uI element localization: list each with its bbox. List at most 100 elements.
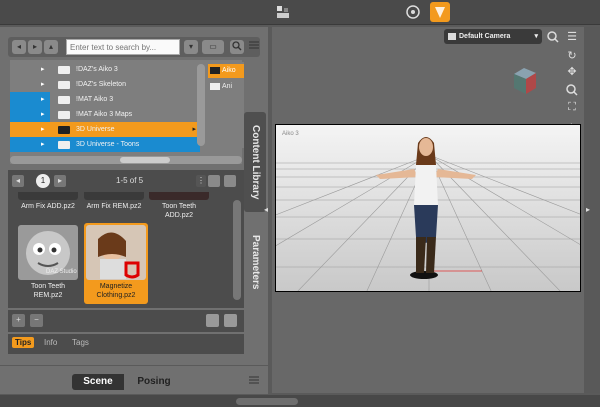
tree-item[interactable]: ▸ !MAT Aiko 3 (10, 92, 200, 107)
panel-menu-icon[interactable] (248, 375, 260, 385)
settings-icon[interactable] (224, 314, 237, 327)
search-toolbar: ◂ ▸ ▴ ▾ ▭ (8, 37, 260, 57)
tab-posing[interactable]: Posing (124, 374, 184, 390)
tree-item-label: !MAT Aiko 3 (76, 96, 114, 103)
content-item[interactable]: DAZ Studio Toon Teeth REM.pz2 (18, 225, 78, 302)
tree-item[interactable]: ▸ !DAZ's Skeleton (10, 77, 200, 92)
camera-icon (448, 33, 456, 40)
back-button[interactable]: ◂ (12, 40, 26, 54)
thumbnail-image: DAZ Studio (18, 225, 78, 280)
folder-icon (58, 126, 70, 134)
thumbnail-image (149, 192, 209, 200)
viewport-menu-icon[interactable]: ☰ (566, 31, 578, 43)
orbit-icon[interactable]: ↻ (566, 50, 578, 62)
status-bar (0, 395, 600, 407)
timeline-handle[interactable] (236, 398, 298, 405)
prev-page-button[interactable]: ◂ (12, 175, 24, 187)
collapse-arrow-icon[interactable]: ◂ (264, 205, 268, 214)
expand-arrow-icon[interactable]: ▸ (41, 92, 45, 107)
top-toolbar (0, 0, 600, 25)
folder-icon (58, 96, 70, 104)
scene-tool-icon[interactable] (276, 5, 290, 19)
tree-item-label: !MAT Aiko 3 Maps (76, 111, 133, 118)
active-tool-icon[interactable] (430, 2, 450, 22)
tab-scene[interactable]: Scene (72, 374, 124, 390)
remove-button[interactable]: − (30, 314, 43, 327)
content-item[interactable]: Toon Teeth ADD.pz2 (149, 192, 209, 222)
content-item-selected[interactable]: Magnetize Clothing.pz2 (84, 223, 148, 304)
info-tabs: Tips Info Tags (8, 334, 244, 354)
scene-tab-bar: Scene Posing (0, 366, 268, 394)
page-view-icon[interactable] (206, 314, 219, 327)
search-button[interactable] (230, 40, 244, 54)
folder-icon (58, 111, 70, 119)
thumbnail-image (18, 192, 78, 200)
forward-button[interactable]: ▸ (28, 40, 42, 54)
tree-item[interactable]: Ani (208, 80, 244, 94)
thumbnail-image (86, 225, 146, 280)
next-page-button[interactable]: ▸ (54, 175, 66, 187)
rotate-tool-icon[interactable] (405, 4, 421, 20)
tree-item-highlighted[interactable]: ▸ 3D Universe - Toons (10, 137, 200, 152)
camera-select-label: Default Camera (459, 33, 511, 40)
content-item-label: Magnetize Clothing.pz2 (96, 283, 136, 299)
tab-tips[interactable]: Tips (12, 337, 35, 348)
content-item-label: Arm Fix ADD.pz2 (21, 203, 75, 210)
tab-tags[interactable]: Tags (72, 338, 89, 347)
chevron-down-icon: ▾ (534, 33, 538, 40)
view-toggle-icon[interactable]: ⋮ (196, 175, 206, 187)
folder-icon (58, 141, 70, 149)
tree-item[interactable]: ▸ !MAT Aiko 3 Maps (10, 107, 200, 122)
search-options-button[interactable]: ▾ (184, 40, 198, 54)
list-view-button[interactable] (224, 175, 236, 187)
navigation-cube[interactable] (510, 66, 538, 96)
page-number[interactable]: 1 (36, 174, 50, 188)
tree-item-label: Aiko (222, 67, 236, 74)
3d-scene-view[interactable]: Aiko 3 (275, 124, 581, 292)
expand-arrow-icon[interactable]: ▸ (41, 122, 45, 137)
icon-view-button[interactable] (208, 175, 220, 187)
scrollbar-thumb[interactable] (120, 157, 170, 163)
content-item-label: Toon Teeth REM.pz2 (30, 283, 66, 299)
content-item-label: Arm Fix REM.pz2 (86, 203, 142, 210)
content-item[interactable]: Arm Fix ADD.pz2 (18, 192, 78, 213)
up-button[interactable]: ▴ (44, 40, 58, 54)
tab-info[interactable]: Info (44, 338, 57, 347)
pan-icon[interactable]: ✥ (566, 66, 578, 78)
tree-item-selected[interactable]: ▸ 3D Universe ▸ (10, 122, 200, 137)
tree-item-label: !DAZ's Aiko 3 (76, 66, 118, 73)
content-item-label: Toon Teeth ADD.pz2 (161, 203, 197, 219)
content-grid: Arm Fix ADD.pz2 Arm Fix REM.pz2 Toon Tee… (8, 192, 244, 308)
tree-item-label: 3D Universe - Toons (76, 141, 140, 148)
side-tabs: Content Library Parameters (244, 112, 266, 312)
tree-item-selected[interactable]: Aiko (208, 64, 244, 78)
folder-button[interactable]: ▭ (202, 40, 224, 54)
content-action-bar: + − (8, 310, 244, 332)
add-button[interactable]: + (12, 314, 25, 327)
collapse-arrow-icon[interactable]: ▸ (586, 205, 590, 214)
tree-item[interactable]: ▸ !DAZ's Aiko 3 (10, 62, 200, 77)
camera-select[interactable]: Default Camera ▾ (444, 29, 542, 44)
tree-item-label: Ani (222, 83, 233, 90)
frame-icon[interactable]: ⛶ (566, 101, 578, 113)
expand-arrow-icon[interactable]: ▸ (41, 107, 45, 122)
tab-parameters[interactable]: Parameters (244, 220, 266, 304)
panel-menu-icon[interactable] (248, 40, 260, 50)
search-input[interactable] (66, 39, 180, 55)
folder-icon (58, 81, 70, 89)
tab-content-library[interactable]: Content Library (244, 112, 266, 212)
zoom-icon[interactable] (566, 84, 578, 96)
expand-arrow-icon[interactable]: ▸ (41, 62, 45, 77)
thumbnail-logo-text: DAZ Studio (46, 269, 77, 275)
tree-scrollbar[interactable] (197, 64, 205, 146)
thumbnail-image (84, 192, 144, 200)
tree-right-column: Aiko Ani (208, 62, 244, 148)
content-scrollbar[interactable] (233, 200, 241, 300)
expand-arrow-icon[interactable]: ▸ (41, 77, 45, 92)
page-count: 1-5 of 5 (116, 176, 144, 185)
expand-arrow-icon[interactable]: ▸ (41, 137, 45, 152)
pager-bar: ◂ 1 ▸ 1-5 of 5 ⋮ (8, 170, 244, 192)
zoom-view-icon[interactable] (547, 31, 559, 43)
content-item[interactable]: Arm Fix REM.pz2 (84, 192, 144, 213)
folder-icon (58, 66, 70, 74)
